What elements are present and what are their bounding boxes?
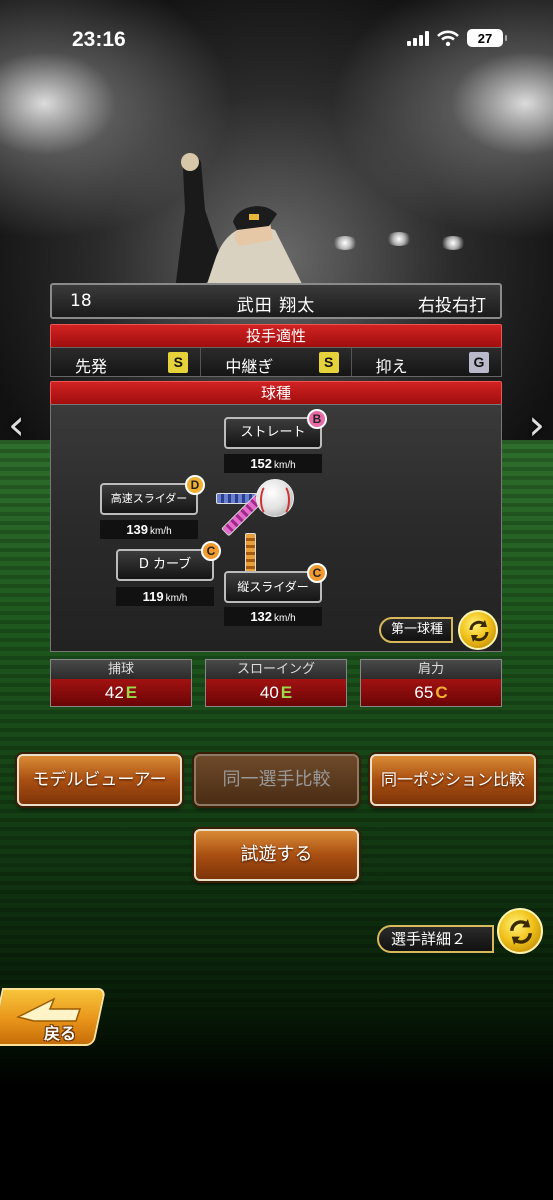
stadium-light xyxy=(386,232,412,246)
status-icons: 27 xyxy=(407,29,507,47)
pitch-panel: ストレート B 152 km/h 高速スライダー D 139 km/h D カーブ … xyxy=(50,404,502,652)
pitcher-image xyxy=(175,153,305,290)
baseball-icon xyxy=(256,479,294,517)
speed-value: 132 xyxy=(250,609,273,624)
prev-player-arrow-icon[interactable]: ‹ xyxy=(8,400,25,449)
aptitude-label: 先発 xyxy=(75,357,108,376)
player-detail-2-button[interactable]: 選手詳細２ xyxy=(377,925,495,953)
aptitude-closer: 抑え G xyxy=(352,348,501,376)
status-time: 23:16 xyxy=(72,28,126,51)
speed-value: 152 xyxy=(250,456,273,471)
aptitude-label: 中継ぎ xyxy=(225,357,274,376)
player-handedness: 右投右打 xyxy=(418,296,486,316)
pitch-grade-badge: C xyxy=(201,541,221,561)
aptitude-grade: S xyxy=(168,352,189,373)
stat-arm-strength: 肩力 65 C xyxy=(360,659,502,707)
back-label: 戻る xyxy=(44,1024,77,1043)
stat-label: 肩力 xyxy=(361,660,501,679)
pitch-d-curve-button[interactable]: D カーブ xyxy=(116,549,214,581)
aptitude-row: 先発 S 中継ぎ S 抑え G xyxy=(50,347,502,377)
stat-value-box: 42 E xyxy=(51,679,191,706)
swap-icon[interactable] xyxy=(458,610,498,650)
speed-unit: km/h xyxy=(165,593,188,604)
pitch-high-speed-slider-button[interactable]: 高速スライダー xyxy=(100,483,198,515)
pitch-speed: 119 km/h xyxy=(116,587,214,606)
pitch-speed: 152 km/h xyxy=(224,454,322,473)
stat-label: 捕球 xyxy=(51,660,191,679)
stat-throwing: スローイング 40 E xyxy=(205,659,347,707)
stadium-light xyxy=(440,236,466,250)
speed-value: 119 xyxy=(142,589,164,604)
aptitude-reliever: 中継ぎ S xyxy=(201,348,352,376)
stat-value: 42 xyxy=(104,683,124,702)
first-pitch-toggle-button[interactable]: 第一球種 xyxy=(379,617,454,643)
stat-grade: E xyxy=(280,683,293,702)
aptitude-grade: S xyxy=(318,352,339,373)
swap-icon[interactable] xyxy=(497,908,543,954)
next-player-arrow-icon[interactable]: › xyxy=(528,400,545,449)
aptitude-header: 投手適性 xyxy=(50,324,502,348)
stat-catching: 捕球 42 E xyxy=(50,659,192,707)
pitches-header: 球種 xyxy=(50,381,502,405)
aptitude-label: 抑え xyxy=(375,357,408,376)
signal-icon xyxy=(407,30,429,46)
pitch-grade-badge: B xyxy=(307,409,327,429)
pitch-grade-badge: D xyxy=(185,475,205,495)
stat-value: 40 xyxy=(259,683,279,702)
speed-unit: km/h xyxy=(274,613,296,624)
pitch-speed: 132 km/h xyxy=(224,607,322,626)
stat-value-box: 40 E xyxy=(206,679,346,706)
pitch-speed: 139 km/h xyxy=(100,520,198,539)
try-out-button[interactable]: 試遊する xyxy=(194,829,359,881)
stat-value-box: 65 C xyxy=(361,679,501,706)
player-name-bar: 18 武田 翔太 右投右打 xyxy=(50,283,502,319)
battery-icon: 27 xyxy=(467,29,507,47)
speed-unit: km/h xyxy=(150,526,172,537)
aptitude-starter: 先発 S xyxy=(51,348,202,376)
model-viewer-button[interactable]: モデルビューアー xyxy=(17,754,182,806)
stat-grade: C xyxy=(435,683,448,702)
aptitude-grade: G xyxy=(468,352,489,373)
same-player-compare-button[interactable]: 同一選手比較 xyxy=(194,754,359,806)
stat-value: 65 xyxy=(414,683,434,702)
speed-value: 139 xyxy=(126,522,149,537)
stat-label: スローイング xyxy=(206,660,346,679)
pitch-grade-badge: C xyxy=(307,563,327,583)
speed-unit: km/h xyxy=(274,460,296,471)
wifi-icon xyxy=(437,30,459,46)
same-position-compare-button[interactable]: 同一ポジション比較 xyxy=(370,754,536,806)
stat-grade: E xyxy=(125,683,138,702)
